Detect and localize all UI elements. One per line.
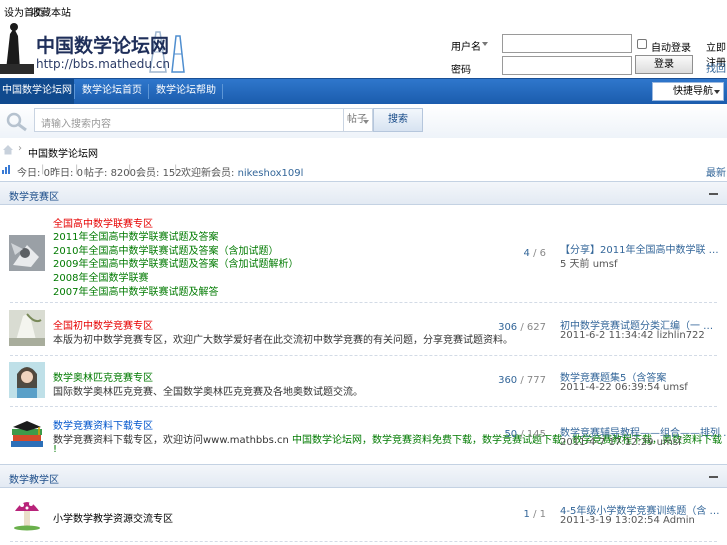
chevron-down-icon xyxy=(363,120,369,124)
chevron-down-icon[interactable] xyxy=(482,42,488,46)
search-bar: 请输入搜索内容 帖子 搜索 xyxy=(0,104,727,138)
nav-divider xyxy=(222,84,223,99)
breadcrumb: › 中国数学论坛网 xyxy=(0,143,727,160)
sub-forum-link[interactable]: 2011年全国高中数学联赛试题及答案 xyxy=(53,228,218,243)
forum-description: 国际数学奥林匹克竞赛、全国数学奥林匹克竞赛及各地奥数试题交流。 xyxy=(53,387,363,398)
forum-stats: 今日: 0 | 昨日: 0 | 帖子: 8200 | 会员: 152 | 欢迎新… xyxy=(0,162,727,194)
search-button[interactable]: 搜索 xyxy=(373,108,423,132)
stat-divider: | xyxy=(128,164,132,175)
last-post-title[interactable]: 【分享】2011年全国高中数学联 … xyxy=(560,241,719,256)
nav-item-forum-home[interactable]: 数学论坛首页 xyxy=(76,79,148,104)
nav-item-home-site[interactable]: 中国数学论坛网 xyxy=(0,79,74,104)
forum-thumbnail[interactable] xyxy=(9,235,45,271)
logo-url: http://bbs.mathedu.cn xyxy=(36,57,170,71)
site-logo[interactable]: 中国数学论坛网 http://bbs.mathedu.cn xyxy=(0,22,190,74)
forum-title[interactable]: 数学竞赛资料下载专区 xyxy=(53,417,153,432)
stat-divider: | xyxy=(75,164,79,175)
breadcrumb-separator: › xyxy=(18,143,22,154)
breadcrumb-current: 中国数学论坛网 xyxy=(28,149,98,160)
username-label: 用户名 xyxy=(451,42,481,53)
nav-item-forum-help[interactable]: 数学论坛帮助 xyxy=(150,79,222,104)
newest-member-link[interactable]: nikeshox109l xyxy=(238,168,304,179)
forum-row: 数学竞赛资料下载专区 数学竞赛资料下载专区，欢迎访问www.mathbbs.cn… xyxy=(0,407,727,463)
forum-counts: 360 / 777 xyxy=(498,375,546,386)
forum-row: 全国高中数学联赛专区 2011年全国高中数学联赛试题及答案 2010年全国高中数… xyxy=(0,206,727,302)
nav-divider xyxy=(74,84,75,99)
forum-counts: 4 / 6 xyxy=(523,248,546,259)
header: 中国数学论坛网 http://bbs.mathedu.cn 用户名 自动登录 立… xyxy=(0,20,727,90)
category-title[interactable]: 数学教学区 xyxy=(9,471,59,486)
nav-divider xyxy=(148,84,149,99)
search-icon xyxy=(6,112,27,132)
chevron-down-icon xyxy=(714,90,720,94)
collapse-icon[interactable] xyxy=(709,193,718,195)
logo-text: 中国数学论坛网 xyxy=(36,34,169,57)
quick-nav-dropdown[interactable]: 快捷导航 xyxy=(652,82,724,101)
sub-forum-link[interactable]: 2008年全国数学联赛 xyxy=(53,269,148,284)
main-nav: 中国数学论坛网 数学论坛首页 数学论坛帮助 快捷导航 xyxy=(0,78,727,104)
password-label: 密码 xyxy=(451,65,471,76)
category-header: 数学教学区 xyxy=(0,464,727,488)
stat-today: 今日: 0 xyxy=(17,168,50,179)
top-bar: 设为首页 收藏本站 xyxy=(0,0,727,20)
sub-forum-link[interactable]: 2009年全国高中数学联赛试题及答案（含加试题解析） xyxy=(53,255,298,270)
category-header: 数学竞赛区 xyxy=(0,181,727,205)
forum-row: 小学数学教学资源交流专区 1 / 1 4-5年级小学数学竞赛训练题（含 … 20… xyxy=(0,489,727,541)
stats-chart-icon xyxy=(2,165,10,174)
forum-thumbnail[interactable] xyxy=(9,417,45,453)
forum-description: 本版为初中数学竞赛专区，欢迎广大数学爱好者在此交流初中数学竞赛的有关问题，分享竞… xyxy=(53,335,513,346)
search-input[interactable]: 请输入搜索内容 xyxy=(34,108,344,132)
stat-newest-member: 欢迎新会员: nikeshox109l xyxy=(181,168,304,179)
forum-row: 数学奥林匹克竞赛专区 国际数学奥林匹克竞赛、全国数学奥林匹克竞赛及各地奥数试题交… xyxy=(0,356,727,406)
forum-title[interactable]: 全国初中数学竞赛专区 xyxy=(53,317,153,332)
login-button[interactable]: 登录 xyxy=(635,55,693,74)
stat-divider: | xyxy=(174,164,178,175)
category-title[interactable]: 数学竞赛区 xyxy=(9,188,59,203)
forum-counts: 50 / 145 xyxy=(504,429,546,440)
forum-description-end: ! xyxy=(53,444,58,455)
stat-divider: | xyxy=(41,164,45,175)
bookmark-link[interactable]: 收藏本站 xyxy=(31,4,71,19)
username-input[interactable] xyxy=(502,34,632,53)
remember-label: 自动登录 xyxy=(651,43,691,54)
home-icon[interactable] xyxy=(2,144,14,155)
forum-thumbnail[interactable] xyxy=(9,310,45,346)
forum-title[interactable]: 小学数学教学资源交流专区 xyxy=(53,510,173,525)
last-post-meta: 5 天前 umsf xyxy=(560,259,618,270)
last-post-meta: 2011-6-2 11:34:42 lizhlin722 xyxy=(560,330,705,341)
password-input[interactable] xyxy=(502,56,632,75)
forum-counts: 306 / 627 xyxy=(498,322,546,333)
last-post-meta: 2011-4-22 06:39:54 umsf xyxy=(560,382,688,393)
collapse-icon[interactable] xyxy=(709,476,718,478)
remember-checkbox[interactable] xyxy=(637,39,647,49)
sub-forum-link[interactable]: 2007年全国高中数学联赛试题及解答 xyxy=(53,283,218,298)
last-post-meta: 2011-4-7 17:12:29 umsf xyxy=(560,437,682,448)
forum-thumbnail[interactable] xyxy=(9,495,45,531)
search-placeholder: 请输入搜索内容 xyxy=(41,119,111,130)
search-type-select[interactable]: 帖子 xyxy=(344,108,373,132)
forum-row: 全国初中数学竞赛专区 本版为初中数学竞赛专区，欢迎广大数学爱好者在此交流初中数学… xyxy=(0,303,727,355)
forum-counts: 1 / 1 xyxy=(523,509,546,520)
row-divider xyxy=(10,541,717,542)
quick-nav-label: 快捷导航 xyxy=(673,86,713,97)
last-post-meta: 2011-3-19 13:02:54 Admin xyxy=(560,515,695,526)
forum-thumbnail[interactable] xyxy=(9,362,45,398)
forum-title[interactable]: 数学奥林匹克竞赛专区 xyxy=(53,369,153,384)
